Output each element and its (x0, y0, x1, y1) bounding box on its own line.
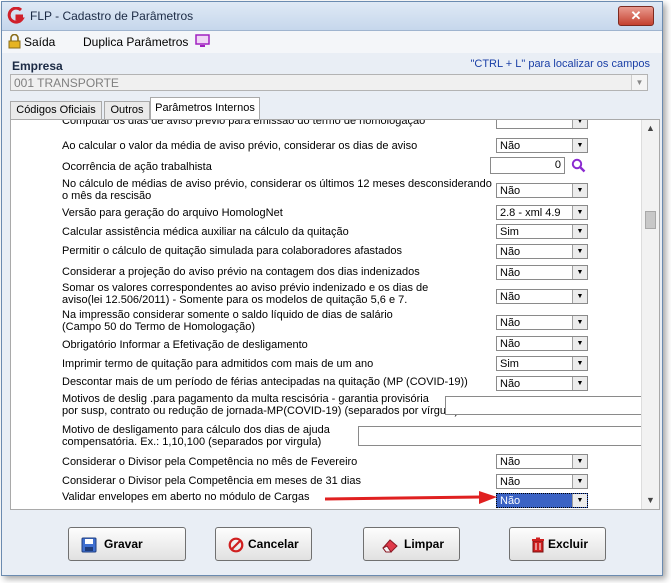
empresa-label: Empresa (12, 59, 63, 73)
trash-icon (532, 537, 544, 553)
monitor-icon[interactable] (195, 34, 210, 48)
main-window: FLP - Cadastro de Parâmetros ✕ Saída Dup… (1, 1, 663, 576)
param-select[interactable]: Não ▼ (496, 474, 588, 489)
param-label: Versão para geração do arquivo HomologNe… (62, 207, 283, 219)
app-logo-icon (7, 7, 25, 24)
param-label: Computar os dias de aviso prévio para em… (62, 119, 426, 127)
saida-button[interactable]: Saída (24, 35, 55, 49)
tab-outros[interactable]: Outros (104, 101, 150, 119)
tab-parametros-internos[interactable]: Parâmetros Internos (150, 97, 260, 120)
chevron-down-icon[interactable]: ▼ (572, 245, 587, 258)
param-label: Descontar mais de um período de férias a… (62, 376, 468, 388)
chevron-down-icon[interactable]: ▼ (572, 266, 587, 279)
ocorrencia-input[interactable]: 0 (490, 157, 565, 174)
chevron-down-icon[interactable]: ▼ (572, 316, 587, 329)
excluir-button[interactable]: Excluir (509, 527, 606, 561)
param-select[interactable]: Não ▼ (496, 289, 588, 304)
param-label: Considerar a projeção do aviso prévio na… (62, 266, 420, 278)
search-hint: "CTRL + L" para localizar os campos (470, 58, 650, 70)
param-label: Na impressão considerar somente o saldo … (62, 309, 393, 333)
param-select[interactable]: 2.8 - xml 4.9 ▼ (496, 205, 588, 220)
chevron-down-icon[interactable]: ▼ (572, 206, 587, 219)
param-label: Ao calcular o valor da média de aviso pr… (62, 140, 418, 152)
param-select[interactable]: Sim ▼ (496, 356, 588, 371)
param-select[interactable]: ▼ (496, 120, 588, 129)
param-select[interactable]: Não ▼ (496, 183, 588, 198)
chevron-down-icon[interactable]: ▼ (572, 337, 587, 350)
chevron-up-icon[interactable]: ▲ (642, 120, 659, 137)
param-label: Considerar o Divisor pela Competência em… (62, 475, 361, 487)
window-title: FLP - Cadastro de Parâmetros (30, 9, 194, 23)
param-label: Considerar o Divisor pela Competência no… (62, 456, 358, 468)
parametros-panel: Computar os dias de aviso prévio para em… (10, 119, 660, 510)
param-select[interactable]: Não ▼ (496, 265, 588, 280)
chevron-down-icon[interactable]: ▼ (572, 290, 587, 303)
param-select[interactable]: Não ▼ (496, 315, 588, 330)
param-select[interactable]: Sim ▼ (496, 224, 588, 239)
tab-codigos-oficiais[interactable]: Códigos Oficiais (10, 101, 102, 119)
cancelar-button[interactable]: Cancelar (215, 527, 312, 561)
param-label: Motivo de desligamento para cálculo dos … (62, 424, 330, 448)
motivos-deslig-input[interactable] (445, 396, 650, 415)
param-label: Imprimir termo de quitação para admitido… (62, 358, 374, 370)
param-select[interactable]: Não ▼ (496, 454, 588, 469)
chevron-down-icon[interactable]: ▼ (572, 120, 587, 128)
param-label: Ocorrência de ação trabalhista (62, 161, 212, 173)
chevron-down-icon[interactable]: ▼ (572, 139, 587, 152)
chevron-down-icon[interactable]: ▼ (572, 357, 587, 370)
cancel-icon (228, 537, 244, 553)
gravar-button[interactable]: Gravar (68, 527, 186, 561)
param-select[interactable]: Não ▼ (496, 336, 588, 351)
param-label: Motivos de deslig .para pagamento da mul… (62, 393, 459, 417)
duplica-parametros-button[interactable]: Duplica Parâmetros (83, 35, 188, 49)
chevron-down-icon[interactable]: ▼ (572, 225, 587, 238)
chevron-down-icon[interactable]: ▼ (572, 475, 587, 488)
lock-icon (8, 34, 21, 49)
toolbar: Saída Duplica Parâmetros (2, 31, 662, 53)
param-select[interactable]: Não ▼ (496, 138, 588, 153)
limpar-button[interactable]: Limpar (363, 527, 460, 561)
empresa-value: 001 TRANSPORTE (14, 76, 119, 90)
param-label: Calcular assistência médica auxiliar na … (62, 226, 349, 238)
param-label: No cálculo de médias de aviso prévio, co… (62, 178, 492, 202)
motivo-ajuda-input[interactable] (358, 426, 650, 446)
validar-envelopes-select[interactable]: Não ▼ (496, 493, 588, 508)
param-label: Obrigatório Informar a Efetivação de des… (62, 339, 308, 351)
eraser-icon (382, 539, 398, 553)
scrollbar-thumb[interactable] (645, 211, 656, 229)
chevron-down-icon[interactable]: ▼ (642, 492, 659, 509)
search-icon[interactable] (571, 158, 586, 173)
close-button[interactable]: ✕ (618, 6, 654, 26)
chevron-down-icon[interactable]: ▼ (631, 75, 647, 90)
title-bar: FLP - Cadastro de Parâmetros ✕ (2, 2, 662, 31)
param-select[interactable]: Não ▼ (496, 376, 588, 391)
chevron-down-icon[interactable]: ▼ (572, 494, 587, 507)
param-label: Validar envelopes em aberto no módulo de… (62, 491, 310, 503)
vertical-scrollbar[interactable]: ▲ ▼ (641, 120, 659, 509)
chevron-down-icon[interactable]: ▼ (572, 377, 587, 390)
annotation-arrow-icon (324, 491, 497, 504)
chevron-down-icon[interactable]: ▼ (572, 184, 587, 197)
chevron-down-icon[interactable]: ▼ (572, 455, 587, 468)
floppy-disk-icon (81, 537, 97, 553)
param-label: Somar os valores correspondentes ao avis… (62, 282, 429, 306)
empresa-select[interactable]: 001 TRANSPORTE ▼ (10, 74, 648, 91)
param-label: Permitir o cálculo de quitação simulada … (62, 245, 402, 257)
param-select[interactable]: Não ▼ (496, 244, 588, 259)
